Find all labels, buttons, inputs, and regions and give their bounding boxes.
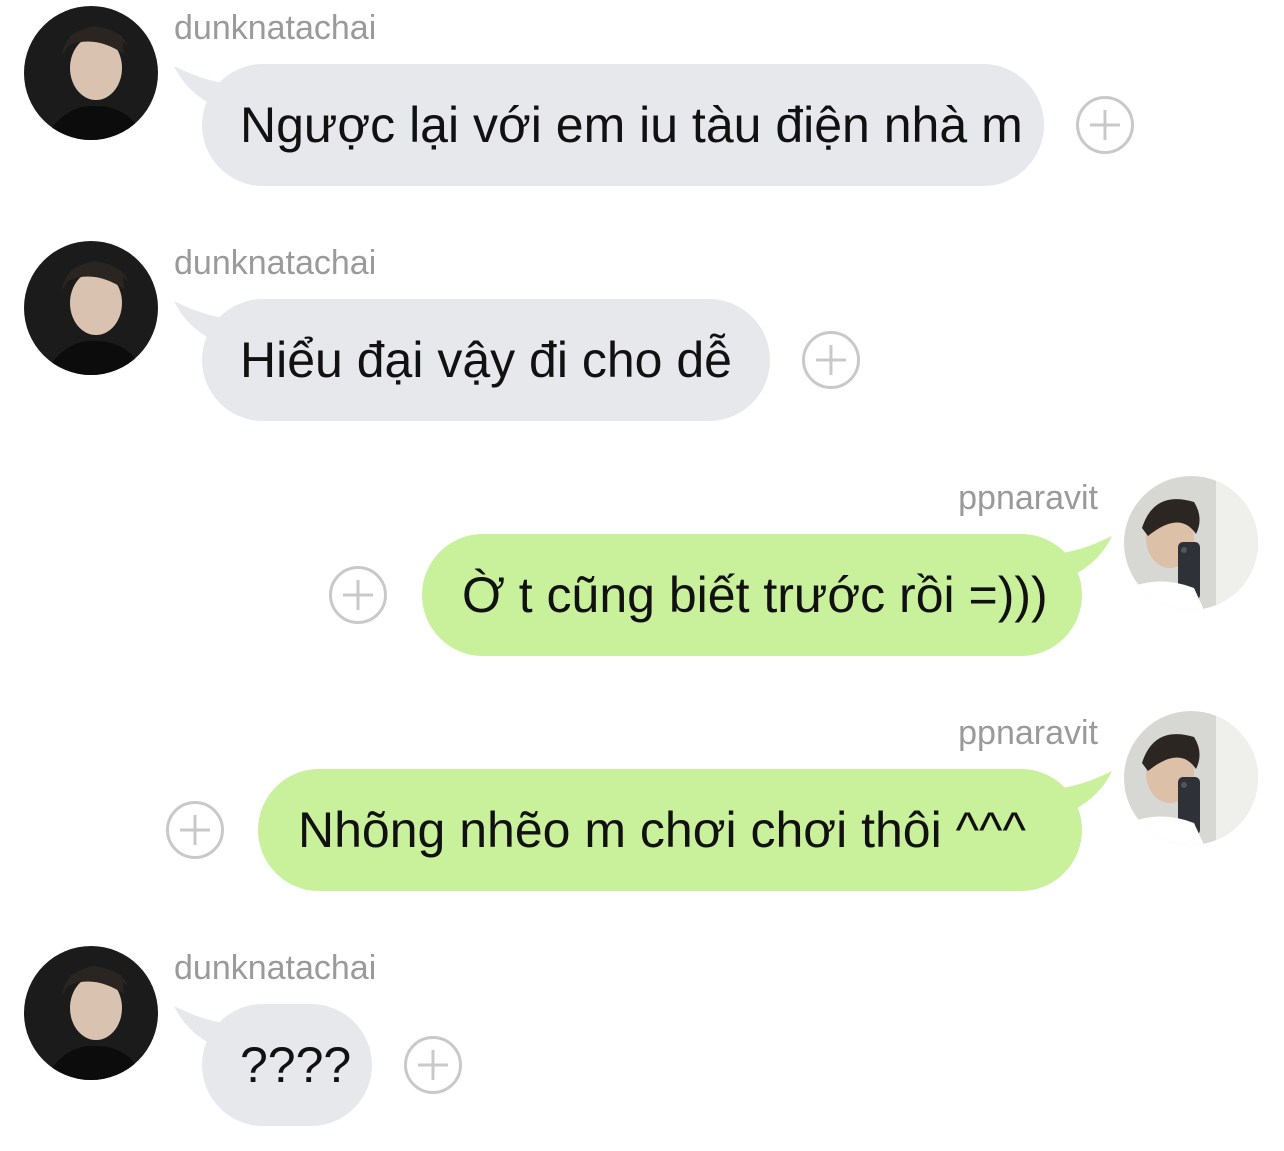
avatar-dunknatachai[interactable] [24,241,158,375]
sender-name: dunknatachai [174,9,377,47]
sender-name: ppnaravit [958,479,1098,517]
sender-name: dunknatachai [174,244,377,282]
message-bubble[interactable]: Ngược lại với em iu tàu điện nhà m [202,64,1044,186]
message-text: Ngược lại với em iu tàu điện nhà m [240,97,1023,153]
add-reaction-button[interactable] [404,1036,462,1094]
add-reaction-button[interactable] [1076,96,1134,154]
sender-name: dunknatachai [174,949,377,987]
message-bubble[interactable]: Ờ t cũng biết trước rồi =))) [422,534,1082,656]
message-bubble[interactable]: Nhõng nhẽo m chơi chơi thôi ^^^ [258,769,1082,891]
message-text: Hiểu đại vậy đi cho dễ [240,332,732,388]
message-bubble[interactable]: ???? [202,1004,372,1126]
message-bubble[interactable]: Hiểu đại vậy đi cho dễ [202,299,770,421]
plus-icon [343,580,373,610]
message-text: Ờ t cũng biết trước rồi =))) [462,567,1048,623]
plus-icon [180,815,210,845]
sender-name: ppnaravit [958,714,1098,752]
add-reaction-button[interactable] [802,331,860,389]
message-text: Nhõng nhẽo m chơi chơi thôi ^^^ [298,802,1026,858]
message-text: ???? [240,1037,352,1093]
avatar-dunknatachai[interactable] [24,6,158,140]
plus-icon [418,1050,448,1080]
add-reaction-button[interactable] [329,566,387,624]
avatar-dunknatachai[interactable] [24,946,158,1080]
avatar-ppnaravit[interactable] [1124,711,1258,845]
add-reaction-button[interactable] [166,801,224,859]
plus-icon [816,345,846,375]
plus-icon [1090,110,1120,140]
avatar-ppnaravit[interactable] [1124,476,1258,610]
